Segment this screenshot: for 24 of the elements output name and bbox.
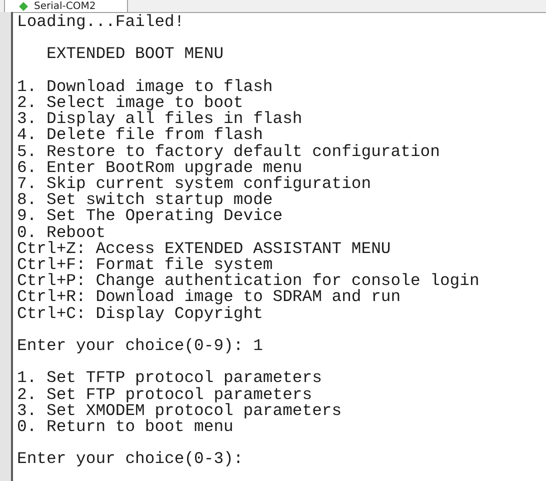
terminal-line: Ctrl+F: Format file system: [17, 257, 273, 274]
terminal-line: 0. Return to boot menu: [17, 419, 234, 436]
session-tab[interactable]: Serial-COM2: [4, 0, 128, 12]
terminal-line: 2. Set FTP protocol parameters: [17, 386, 312, 403]
terminal-line: 3. Display all files in flash: [17, 111, 302, 128]
terminal-line: 1. Download image to flash: [17, 78, 273, 95]
terminal-line: 4. Delete file from flash: [17, 127, 263, 144]
terminal-line: Enter your choice(0-9): 1: [17, 338, 263, 354]
terminal-line: 8. Set switch startup mode: [17, 192, 273, 208]
terminal-line: Enter your choice(0-3):: [17, 451, 244, 468]
terminal-line: Ctrl+Z: Access EXTENDED ASSISTANT MENU: [17, 240, 391, 258]
terminal-line: 6. Enter BootRom upgrade menu: [17, 160, 302, 176]
terminal-line: 7. Skip current system configuration: [17, 176, 372, 192]
terminal-line: Ctrl+C: Display Copyright: [17, 306, 263, 322]
terminal-line: Ctrl+P: Change authentication for console login: [17, 273, 480, 290]
terminal-line: 5. Restore to factory default configuration: [17, 144, 440, 160]
terminal-line: 1. Set TFTP protocol parameters: [17, 370, 322, 387]
terminal-line: Ctrl+R: Download image to SDRAM and run: [17, 289, 401, 306]
terminal-line: 2. Select image to boot: [17, 94, 244, 112]
terminal-line: 3. Set XMODEM protocol parameters: [17, 402, 342, 420]
terminal-line: EXTENDED BOOT MENU: [46, 46, 224, 63]
terminal-line: Loading...Failed!: [17, 14, 184, 30]
terminal-line: 0. Reboot: [17, 224, 106, 241]
terminal-line: 9. Set The Operating Device: [17, 208, 283, 225]
